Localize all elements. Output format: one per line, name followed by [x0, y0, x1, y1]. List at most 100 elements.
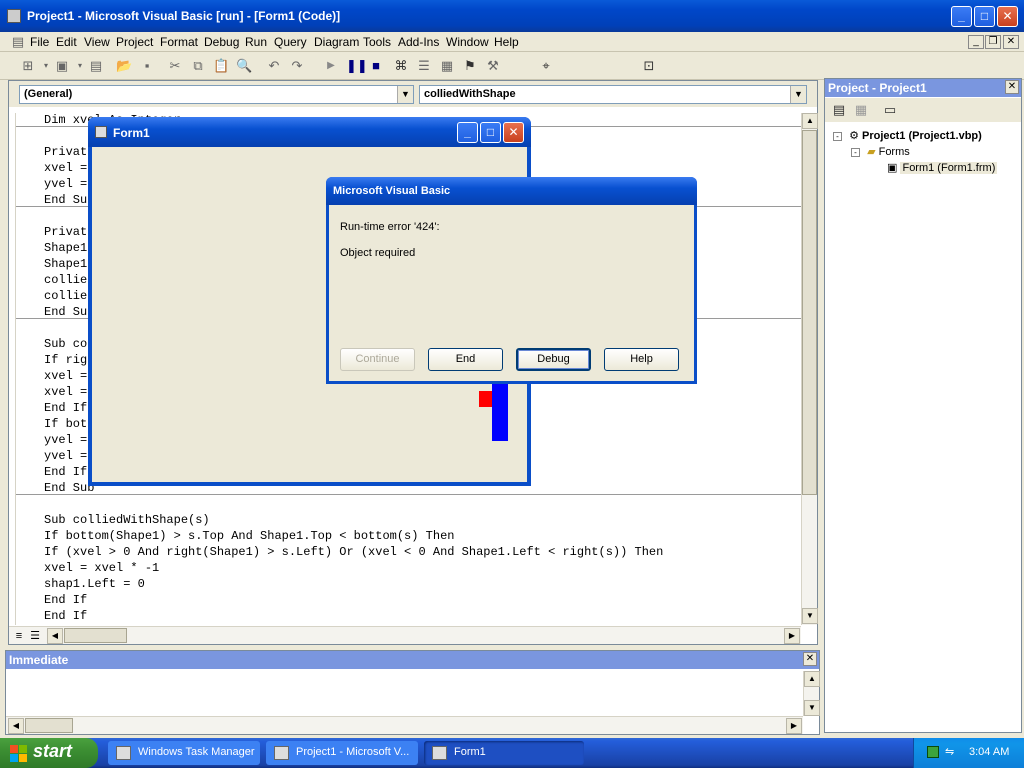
menu-window[interactable]: Window: [446, 35, 489, 49]
immediate-horizontal-scrollbar[interactable]: ◀ ▶: [6, 716, 803, 734]
help-button[interactable]: Help: [604, 348, 679, 371]
view-object-icon[interactable]: ▦: [853, 102, 869, 118]
chevron-down-icon[interactable]: ▼: [397, 86, 413, 103]
procedure-combo[interactable]: colliedWithShape ▼: [419, 85, 807, 104]
minimize-button[interactable]: _: [457, 122, 478, 143]
menu-format[interactable]: Format: [160, 35, 198, 49]
scroll-thumb[interactable]: [64, 628, 127, 643]
start-icon[interactable]: ▶: [323, 58, 339, 74]
object-combo[interactable]: (General) ▼: [19, 85, 414, 104]
tray-network-icon[interactable]: ⇋: [945, 745, 954, 758]
scroll-down-icon[interactable]: ▼: [804, 700, 820, 716]
vb-app-icon[interactable]: [7, 9, 21, 23]
minimize-button[interactable]: _: [951, 6, 972, 27]
immediate-vertical-scrollbar[interactable]: ▲ ▼: [803, 671, 820, 716]
immediate-title[interactable]: Immediate ✕: [6, 651, 819, 669]
save-project-icon[interactable]: ▪: [139, 58, 155, 74]
code-line: xvel = xvel * -1: [44, 561, 160, 575]
main-title-bar[interactable]: Project1 - Microsoft Visual Basic [run] …: [0, 0, 1024, 32]
debug-button[interactable]: Debug: [516, 348, 591, 371]
menu-query[interactable]: Query: [274, 35, 307, 49]
code-window-icon[interactable]: ▤: [10, 34, 26, 50]
mdi-restore-button[interactable]: ❐: [985, 35, 1001, 49]
maximize-button[interactable]: □: [480, 122, 501, 143]
close-icon[interactable]: ✕: [803, 652, 817, 666]
end-button[interactable]: End: [428, 348, 503, 371]
collapse-icon[interactable]: -: [851, 148, 860, 157]
menu-editor-icon[interactable]: ▤: [88, 58, 104, 74]
start-button[interactable]: start: [0, 738, 98, 768]
forms-folder-node[interactable]: - ▰ Forms: [851, 145, 910, 158]
error-dialog-title-bar[interactable]: Microsoft Visual Basic: [326, 177, 697, 205]
add-project-dropdown-icon[interactable]: ▾: [38, 58, 54, 74]
redo-icon[interactable]: ↷: [289, 58, 305, 74]
open-project-icon[interactable]: 📂: [116, 58, 132, 74]
scroll-thumb[interactable]: [802, 130, 817, 495]
code-vertical-scrollbar[interactable]: ▲ ▼: [801, 113, 818, 625]
menu-view[interactable]: View: [84, 35, 110, 49]
menu-add-ins[interactable]: Add-Ins: [398, 35, 439, 49]
project-explorer-icon[interactable]: ⌘: [393, 58, 409, 74]
chevron-down-icon[interactable]: ▼: [790, 86, 806, 103]
code-horizontal-scrollbar[interactable]: ≡ ☰ ◀ ▶: [9, 626, 801, 644]
scroll-right-icon[interactable]: ▶: [784, 628, 800, 644]
object-browser-icon[interactable]: ⚑: [462, 58, 478, 74]
scroll-up-icon[interactable]: ▲: [804, 671, 820, 687]
end-icon[interactable]: ■: [368, 58, 384, 74]
project-explorer-title-text: Project - Project1: [828, 81, 927, 95]
scroll-left-icon[interactable]: ◀: [8, 718, 24, 734]
close-button[interactable]: ✕: [503, 122, 524, 143]
menu-diagram[interactable]: Diagram: [314, 35, 359, 49]
scroll-down-icon[interactable]: ▼: [802, 608, 818, 624]
menu-project[interactable]: Project: [116, 35, 153, 49]
full-module-view-icon[interactable]: ☰: [27, 628, 43, 644]
immediate-window: Immediate ✕ ▲ ▼ ◀ ▶: [5, 650, 820, 735]
project-explorer-title[interactable]: Project - Project1 ✕: [825, 79, 1021, 97]
mdi-minimize-button[interactable]: _: [968, 35, 984, 49]
close-icon[interactable]: ✕: [1005, 80, 1019, 94]
menu-file[interactable]: File: [30, 35, 49, 49]
form-layout-icon[interactable]: ▦: [439, 58, 455, 74]
collapse-icon[interactable]: -: [833, 132, 842, 141]
clock[interactable]: 3:04 AM: [969, 746, 1009, 758]
menu-tools[interactable]: Tools: [363, 35, 391, 49]
toggle-folders-icon[interactable]: ▭: [882, 102, 898, 118]
menu-edit[interactable]: Edit: [56, 35, 77, 49]
procedure-view-icon[interactable]: ≡: [11, 628, 27, 644]
menu-bar: ▤ File Edit View Project Format Debug Ru…: [0, 32, 1024, 52]
task-form1[interactable]: Form1: [424, 741, 584, 765]
paste-icon[interactable]: 📋: [213, 58, 229, 74]
add-form-icon[interactable]: ▣: [54, 58, 70, 74]
menu-run[interactable]: Run: [245, 35, 267, 49]
undo-icon[interactable]: ↶: [266, 58, 282, 74]
scroll-right-icon[interactable]: ▶: [786, 718, 802, 734]
view-code-icon[interactable]: ▤: [831, 102, 847, 118]
scroll-up-icon[interactable]: ▲: [802, 113, 818, 129]
add-form-dropdown-icon[interactable]: ▾: [72, 58, 88, 74]
copy-icon[interactable]: ⧉: [190, 58, 206, 74]
maximize-button[interactable]: □: [974, 6, 995, 27]
task-project1-vb[interactable]: Project1 - Microsoft V...: [266, 741, 418, 765]
form-icon[interactable]: [95, 126, 107, 138]
close-button[interactable]: ✕: [997, 6, 1018, 27]
immediate-input[interactable]: [8, 671, 800, 715]
cut-icon[interactable]: ✂: [167, 58, 183, 74]
properties-window-icon[interactable]: ☰: [416, 58, 432, 74]
task-windows-task-manager[interactable]: Windows Task Manager: [108, 741, 260, 765]
add-project-icon[interactable]: ⊞: [20, 58, 36, 74]
tray-app-icon[interactable]: [927, 746, 939, 758]
scroll-thumb[interactable]: [25, 718, 73, 733]
continue-button[interactable]: Continue: [340, 348, 415, 371]
menu-debug[interactable]: Debug: [204, 35, 239, 49]
find-icon[interactable]: 🔍: [236, 58, 252, 74]
runtime-error-dialog[interactable]: Microsoft Visual Basic Run-time error '4…: [326, 177, 697, 384]
form1-title-bar[interactable]: Form1 _ □ ✕: [88, 117, 531, 147]
code-line: End If: [44, 401, 88, 415]
scroll-left-icon[interactable]: ◀: [47, 628, 63, 644]
project-node[interactable]: - ⚙ Project1 (Project1.vbp): [833, 129, 982, 142]
toolbox-icon[interactable]: ⚒: [485, 58, 501, 74]
break-icon[interactable]: ❚❚: [346, 58, 368, 74]
menu-help[interactable]: Help: [494, 35, 519, 49]
mdi-close-button[interactable]: ✕: [1003, 35, 1019, 49]
form1-node[interactable]: ▣ Form1 (Form1.frm): [887, 161, 998, 174]
